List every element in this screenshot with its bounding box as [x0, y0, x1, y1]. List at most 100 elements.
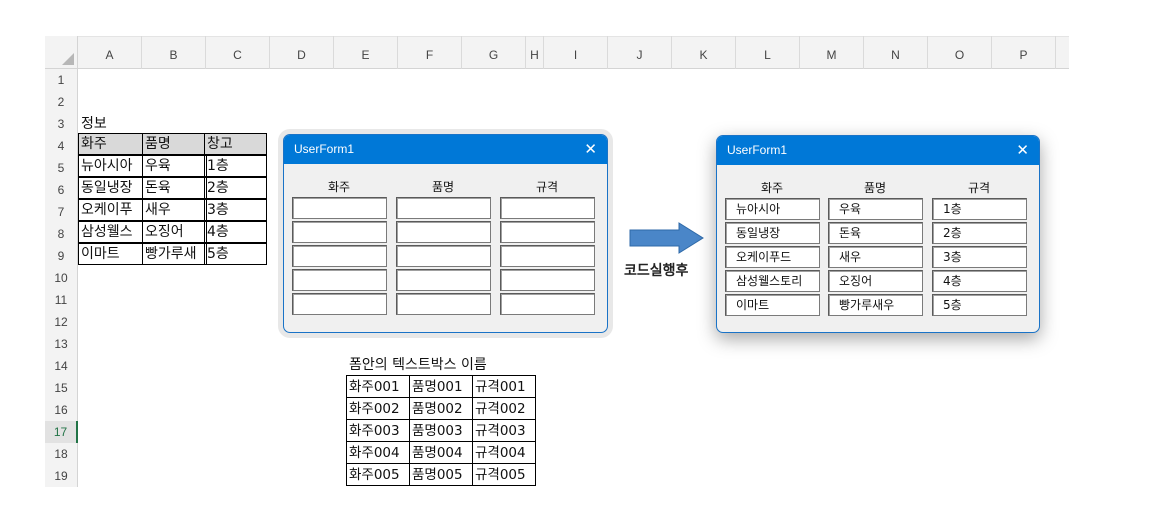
row-header-11[interactable]: 11 [45, 289, 78, 311]
row-header-1[interactable]: 1 [45, 69, 78, 91]
form-textbox[interactable] [292, 197, 387, 219]
info-table-cell[interactable]: 돈육 [142, 177, 207, 199]
row-header-12[interactable]: 12 [45, 311, 78, 333]
row-header-5[interactable]: 5 [45, 157, 78, 179]
form-textbox[interactable] [292, 269, 387, 291]
names-table-cell[interactable]: 품명001 [409, 375, 473, 398]
column-header-f[interactable]: F [398, 36, 462, 69]
form-textbox[interactable] [500, 269, 595, 291]
info-table-cell[interactable]: 새우 [142, 199, 207, 221]
names-table-cell[interactable]: 규격003 [472, 419, 536, 442]
info-table-cell[interactable]: 1층 [204, 155, 267, 177]
close-icon[interactable]: ✕ [1016, 136, 1029, 165]
names-table-cell[interactable]: 규격002 [472, 397, 536, 420]
column-header-h[interactable]: H [526, 36, 544, 69]
column-header-i[interactable]: I [544, 36, 608, 69]
column-header-e[interactable]: E [334, 36, 398, 69]
row-header-3[interactable]: 3 [45, 113, 78, 135]
form-textbox[interactable]: 새우 [828, 246, 923, 268]
info-header-cell[interactable]: 화주 [78, 133, 143, 155]
info-table-cell[interactable]: 2층 [204, 177, 267, 199]
form-textbox[interactable] [396, 197, 491, 219]
names-table-cell[interactable]: 품명005 [409, 463, 473, 486]
names-table-cell[interactable]: 화주002 [346, 397, 410, 420]
column-header-b[interactable]: B [142, 36, 206, 69]
info-header-cell[interactable]: 품명 [142, 133, 207, 155]
row-header-14[interactable]: 14 [45, 355, 78, 377]
column-header-g[interactable]: G [462, 36, 526, 69]
names-table-cell[interactable]: 화주005 [346, 463, 410, 486]
form-textbox[interactable] [396, 269, 491, 291]
form-textbox[interactable]: 이마트 [725, 294, 820, 316]
info-table-cell[interactable]: 뉴아시아 [78, 155, 143, 177]
form-textbox[interactable]: 빵가루새우 [828, 294, 923, 316]
form-textbox[interactable]: 오징어 [828, 270, 923, 292]
names-table-cell[interactable]: 규격001 [472, 375, 536, 398]
names-title-cell[interactable]: 폼안의 텍스트박스 이름 [346, 354, 546, 376]
names-table-cell[interactable]: 품명003 [409, 419, 473, 442]
column-header-p[interactable]: P [992, 36, 1056, 69]
info-table-cell[interactable]: 빵가루새 [142, 243, 207, 265]
select-all-corner[interactable] [45, 36, 78, 69]
form-textbox[interactable]: 동일냉장 [725, 222, 820, 244]
column-header-m[interactable]: M [800, 36, 864, 69]
form-textbox[interactable] [500, 293, 595, 315]
form-textbox[interactable]: 뉴아시아 [725, 198, 820, 220]
names-table-cell[interactable]: 규격005 [472, 463, 536, 486]
column-header-n[interactable]: N [864, 36, 928, 69]
form-textbox[interactable]: 우육 [828, 198, 923, 220]
column-header-k[interactable]: K [672, 36, 736, 69]
row-header-10[interactable]: 10 [45, 267, 78, 289]
column-header-a[interactable]: A [78, 36, 142, 69]
row-header-16[interactable]: 16 [45, 399, 78, 421]
form-textbox[interactable]: 2층 [932, 222, 1027, 244]
info-table-cell[interactable]: 3층 [204, 199, 267, 221]
column-header-c[interactable]: C [206, 36, 270, 69]
form-textbox[interactable] [292, 221, 387, 243]
info-table-cell[interactable]: 삼성웰스 [78, 221, 143, 243]
info-table-cell[interactable]: 5층 [204, 243, 267, 265]
form-textbox[interactable]: 3층 [932, 246, 1027, 268]
column-header-d[interactable]: D [270, 36, 334, 69]
row-header-4[interactable]: 4 [45, 135, 78, 157]
names-table-cell[interactable]: 화주001 [346, 375, 410, 398]
row-header-18[interactable]: 18 [45, 443, 78, 465]
form-textbox[interactable]: 4층 [932, 270, 1027, 292]
row-header-13[interactable]: 13 [45, 333, 78, 355]
names-table-cell[interactable]: 화주004 [346, 441, 410, 464]
form-textbox[interactable] [292, 293, 387, 315]
form-textbox[interactable] [396, 245, 491, 267]
form-textbox[interactable]: 돈육 [828, 222, 923, 244]
row-header-19[interactable]: 19 [45, 465, 78, 487]
form-textbox[interactable] [500, 197, 595, 219]
info-table-cell[interactable]: 우육 [142, 155, 207, 177]
names-table-cell[interactable]: 규격004 [472, 441, 536, 464]
column-header-j[interactable]: J [608, 36, 672, 69]
form-textbox[interactable] [396, 293, 491, 315]
column-header-l[interactable]: L [736, 36, 800, 69]
info-title-cell[interactable]: 정보 [78, 113, 142, 135]
form-textbox[interactable]: 5층 [932, 294, 1027, 316]
info-table-cell[interactable]: 오케이푸 [78, 199, 143, 221]
form-textbox[interactable]: 1층 [932, 198, 1027, 220]
row-header-9[interactable]: 9 [45, 245, 78, 267]
form-textbox[interactable] [292, 245, 387, 267]
info-table-cell[interactable]: 이마트 [78, 243, 143, 265]
info-table-cell[interactable]: 4층 [204, 221, 267, 243]
row-header-2[interactable]: 2 [45, 91, 78, 113]
row-header-7[interactable]: 7 [45, 201, 78, 223]
names-table-cell[interactable]: 화주003 [346, 419, 410, 442]
info-table-cell[interactable]: 동일냉장 [78, 177, 143, 199]
row-header-15[interactable]: 15 [45, 377, 78, 399]
info-table-cell[interactable]: 오징어 [142, 221, 207, 243]
form-textbox[interactable] [396, 221, 491, 243]
names-table-cell[interactable]: 품명004 [409, 441, 473, 464]
row-header-6[interactable]: 6 [45, 179, 78, 201]
row-header-17[interactable]: 17 [45, 421, 78, 443]
info-header-cell[interactable]: 창고 [204, 133, 267, 155]
names-table-cell[interactable]: 품명002 [409, 397, 473, 420]
row-header-8[interactable]: 8 [45, 223, 78, 245]
column-header-o[interactable]: O [928, 36, 992, 69]
close-icon[interactable]: ✕ [584, 135, 597, 164]
form-textbox[interactable] [500, 221, 595, 243]
